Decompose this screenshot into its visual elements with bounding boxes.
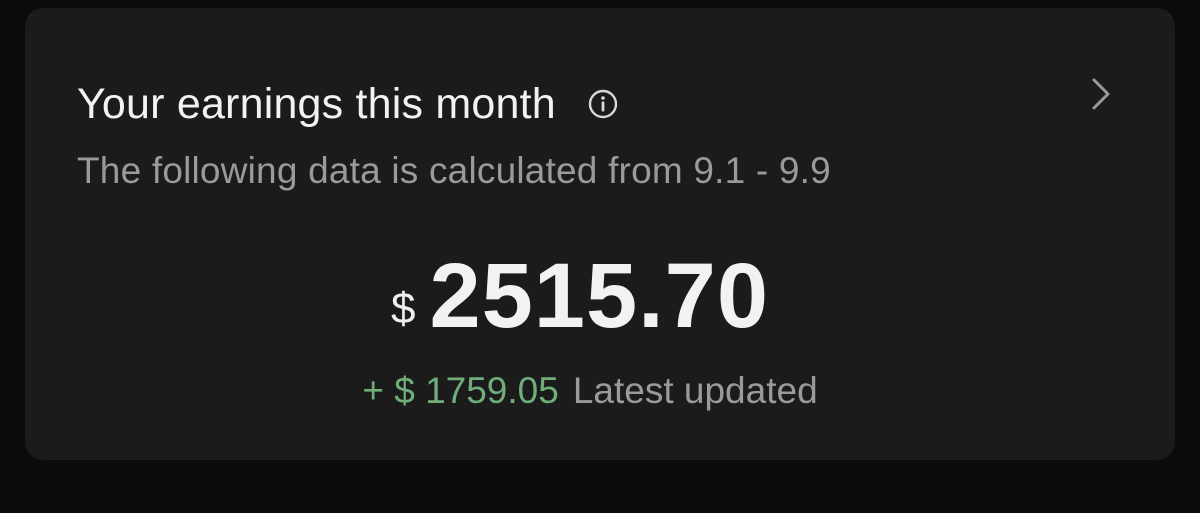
delta-label: Latest updated xyxy=(572,370,818,411)
info-icon[interactable] xyxy=(586,87,620,121)
card-title: Your earnings this month xyxy=(77,80,556,128)
title-row: Your earnings this month xyxy=(77,78,620,130)
date-range-subtitle: The following data is calculated from 9.… xyxy=(77,150,831,191)
earnings-amount: 2515.70 xyxy=(429,245,770,347)
earnings-delta: + $ 1759.05 xyxy=(362,370,559,411)
currency-symbol: $ xyxy=(390,284,416,333)
amount-row: $ 2515.70 xyxy=(25,248,1175,344)
delta-row: + $ 1759.05 Latest updated xyxy=(25,368,1175,414)
chevron-right-icon[interactable] xyxy=(1087,74,1115,114)
earnings-card[interactable]: Your earnings this month The following d… xyxy=(25,8,1175,460)
